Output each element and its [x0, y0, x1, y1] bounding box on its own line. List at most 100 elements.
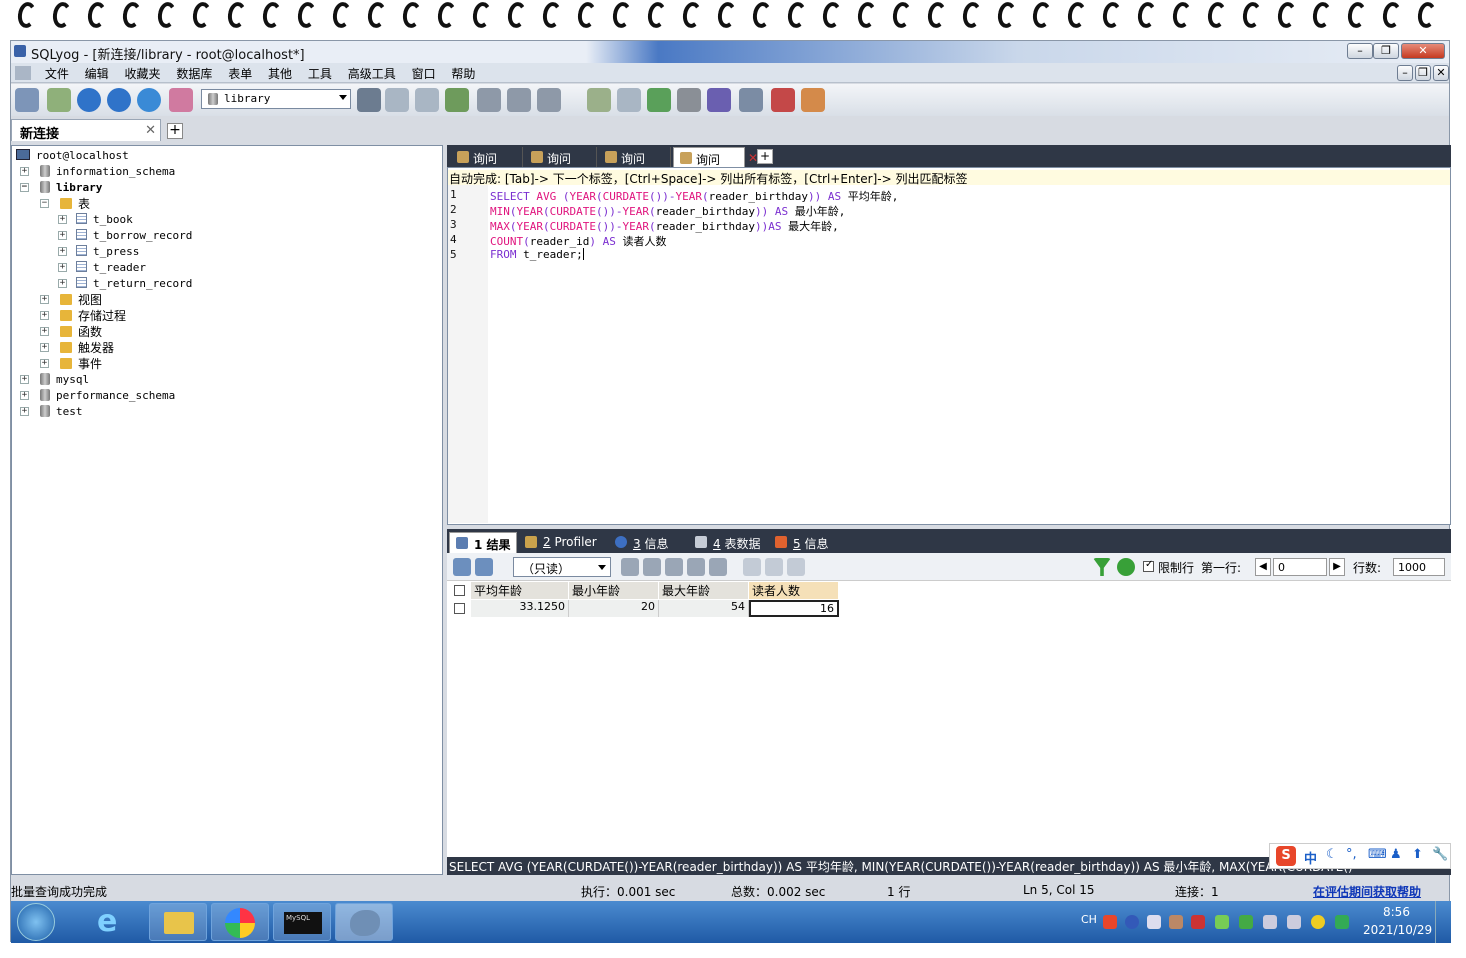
- ime-tray-icon[interactable]: [1147, 915, 1161, 929]
- designer-icon[interactable]: [801, 88, 825, 112]
- show-desktop-button[interactable]: [1435, 901, 1449, 943]
- tab-table-data[interactable]: 4 表数据: [689, 532, 775, 553]
- clock-date[interactable]: 2021/10/29: [1363, 923, 1432, 937]
- ime-toolbar[interactable]: S 中 ☾ °, ⌨ ♟ ⬆ 🔧: [1269, 843, 1451, 869]
- shield-icon[interactable]: [1335, 915, 1349, 929]
- text-view-icon[interactable]: [787, 558, 805, 576]
- tree-db-information-schema[interactable]: + information_schema: [20, 164, 175, 180]
- database-selector[interactable]: library: [201, 89, 351, 109]
- expand-icon[interactable]: +: [58, 247, 67, 256]
- export-icon[interactable]: [453, 558, 471, 576]
- sync-icon[interactable]: [587, 88, 611, 112]
- tree-db-performance-schema[interactable]: + performance_schema: [20, 388, 175, 404]
- tree-table[interactable]: + t_press: [58, 244, 139, 260]
- user-icon[interactable]: [357, 88, 381, 112]
- tab-result[interactable]: 1 结果: [449, 532, 517, 553]
- tab-info[interactable]: 3 信息: [609, 532, 681, 553]
- expand-icon[interactable]: +: [58, 215, 67, 224]
- filter-icon[interactable]: [1093, 558, 1111, 576]
- next-page-button[interactable]: ▶: [1329, 558, 1345, 576]
- grid-icon-1[interactable]: [477, 88, 501, 112]
- language-indicator[interactable]: CH: [1081, 913, 1097, 926]
- row-checkbox[interactable]: [454, 603, 465, 614]
- form-view-icon[interactable]: [765, 558, 783, 576]
- limit-rows-checkbox[interactable]: ✓: [1143, 559, 1154, 572]
- mdi-close-button[interactable]: ✕: [1433, 65, 1449, 81]
- duplicate-row-icon[interactable]: [643, 558, 661, 576]
- tree-db-mysql[interactable]: + mysql: [20, 372, 89, 388]
- help-tray-icon[interactable]: [1125, 915, 1139, 929]
- tab-query-3[interactable]: 询问: [599, 147, 671, 167]
- browser-app[interactable]: [211, 903, 269, 941]
- connect-icon[interactable]: [15, 88, 39, 112]
- tree-host[interactable]: root@localhost: [16, 148, 129, 164]
- sogou-tray-icon[interactable]: [1103, 915, 1117, 929]
- tree-table[interactable]: + t_borrow_record: [58, 228, 192, 244]
- execute-icon[interactable]: [77, 88, 101, 112]
- menu-help[interactable]: 帮助: [445, 63, 481, 84]
- connection-tab[interactable]: 新连接 ✕: [11, 119, 161, 142]
- flag-tray-icon[interactable]: [1191, 915, 1205, 929]
- tree-table[interactable]: + t_return_record: [58, 276, 192, 292]
- grid-icon-2[interactable]: [507, 88, 531, 112]
- menu-table[interactable]: 表单: [222, 63, 258, 84]
- column-header[interactable]: 平均年龄: [471, 582, 569, 599]
- tree-folder-functions[interactable]: + 函数: [40, 324, 102, 340]
- delete-icon[interactable]: [687, 558, 705, 576]
- new-connection-button[interactable]: +: [167, 123, 183, 139]
- export-menu-icon[interactable]: [475, 558, 493, 576]
- tab-profiler[interactable]: 2 Profiler: [519, 532, 607, 553]
- close-button[interactable]: ✕: [1401, 43, 1445, 59]
- ie-icon[interactable]: e: [97, 905, 131, 939]
- previous-page-button[interactable]: ◀: [1255, 558, 1271, 576]
- expand-icon[interactable]: +: [20, 391, 29, 400]
- restore-db-icon[interactable]: [415, 88, 439, 112]
- update-tray-icon[interactable]: [1311, 915, 1325, 929]
- copy-db-icon[interactable]: [647, 88, 671, 112]
- menu-advanced-tools[interactable]: 高级工具: [342, 63, 402, 84]
- grid-view-icon[interactable]: [743, 558, 761, 576]
- tree-folder-views[interactable]: + 视图: [40, 292, 102, 308]
- tree-folder-procedures[interactable]: + 存储过程: [40, 308, 126, 324]
- menu-file[interactable]: 文件: [39, 63, 75, 84]
- table-cell-selected[interactable]: 16: [749, 600, 839, 617]
- expand-icon[interactable]: +: [20, 375, 29, 384]
- expand-icon[interactable]: +: [20, 167, 29, 176]
- expand-icon[interactable]: +: [40, 343, 49, 352]
- menu-tools[interactable]: 工具: [302, 63, 338, 84]
- tab-query-4[interactable]: 询问 ✕: [673, 147, 758, 167]
- expand-icon[interactable]: +: [58, 279, 67, 288]
- result-mode-select[interactable]: （只读）: [513, 557, 611, 577]
- schedule-icon[interactable]: [771, 88, 795, 112]
- new-query-tab-button[interactable]: +: [757, 149, 773, 164]
- tree-folder-events[interactable]: + 事件: [40, 356, 102, 372]
- menu-favorites[interactable]: 收藏夹: [119, 63, 167, 84]
- expand-icon[interactable]: +: [40, 327, 49, 336]
- start-button[interactable]: [17, 903, 55, 941]
- column-header[interactable]: 最大年龄: [659, 582, 749, 599]
- notify-icon[interactable]: [739, 88, 763, 112]
- table-cell[interactable]: 33.1250: [471, 600, 569, 617]
- sqlyog-app[interactable]: [335, 903, 393, 941]
- insert-row-icon[interactable]: [621, 558, 639, 576]
- network-tray-icon[interactable]: [1239, 915, 1253, 929]
- sql-editor[interactable]: 自动完成: [Tab]-> 下一个标签，[Ctrl+Space]-> 列出所有标…: [447, 167, 1451, 525]
- expand-icon[interactable]: +: [40, 311, 49, 320]
- tree-folder-tables[interactable]: − 表: [40, 196, 90, 212]
- select-all-checkbox[interactable]: [454, 585, 465, 596]
- save-icon[interactable]: [665, 558, 683, 576]
- tab-query-1[interactable]: 询问: [451, 147, 523, 167]
- job-icon[interactable]: [707, 88, 731, 112]
- restore-button[interactable]: ❐: [1373, 43, 1399, 59]
- expand-icon[interactable]: +: [58, 231, 67, 240]
- volume-icon[interactable]: [1287, 915, 1301, 929]
- grid-icon-3[interactable]: [537, 88, 561, 112]
- table-cell[interactable]: 54: [659, 600, 749, 617]
- refresh-icon[interactable]: [137, 88, 161, 112]
- menu-edit[interactable]: 编辑: [79, 63, 115, 84]
- menu-other[interactable]: 其他: [262, 63, 298, 84]
- column-header[interactable]: 最小年龄: [569, 582, 659, 599]
- terminal-app[interactable]: MySQL: [273, 903, 331, 941]
- help-link[interactable]: 在评估期间获取帮助: [1313, 883, 1421, 900]
- tree-table[interactable]: + t_reader: [58, 260, 146, 276]
